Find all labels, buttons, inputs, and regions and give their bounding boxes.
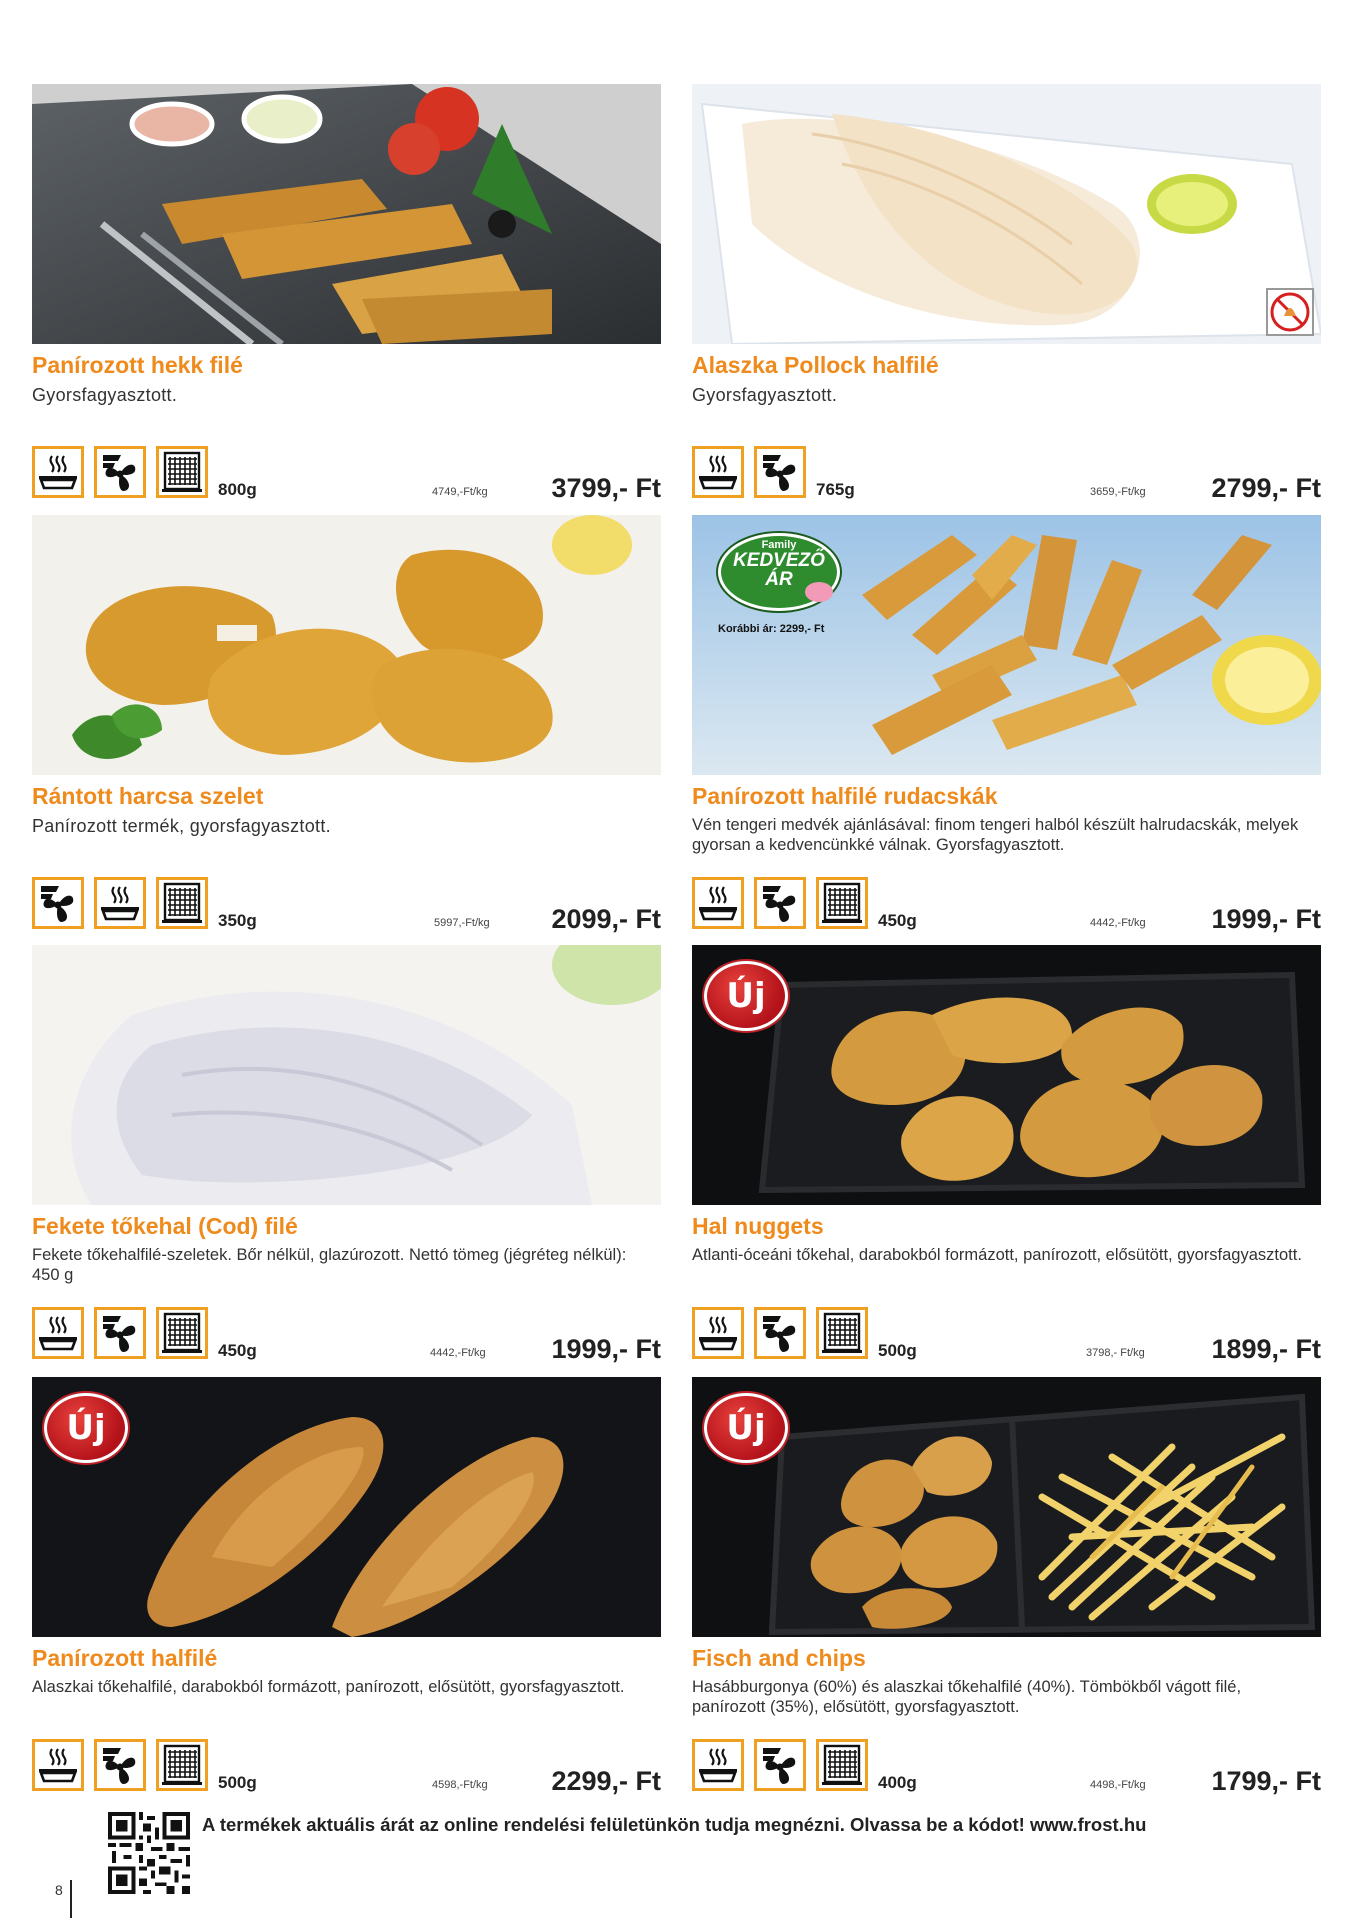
unit-price: 4598,-Ft/kg xyxy=(432,1779,488,1791)
qr-code[interactable] xyxy=(108,1812,190,1894)
product-description: Gyorsfagyasztott. xyxy=(692,385,838,405)
pan-fry-icon xyxy=(32,446,84,498)
product-title: Rántott harcsa szelet xyxy=(32,783,264,809)
unit-price: 4749,-Ft/kg xyxy=(432,486,488,498)
pan-fry-icon xyxy=(32,1739,84,1791)
product-price: 1999,- Ft xyxy=(551,1334,661,1364)
pan-fry-icon xyxy=(94,877,146,929)
product-price: 2799,- Ft xyxy=(1211,473,1321,503)
pan-fry-icon xyxy=(692,877,744,929)
product-description: Hasábburgonya (60%) és alaszkai tőkehalf… xyxy=(692,1678,1242,1716)
product-weight: 500g xyxy=(218,1773,257,1792)
deep-fryer-icon xyxy=(156,877,208,929)
product-weight: 500g xyxy=(878,1341,917,1360)
product-description: Atlanti-óceáni tőkehal, darabokból formá… xyxy=(692,1246,1302,1264)
product-description: Alaszkai tőkehalfilé, darabokból formázo… xyxy=(32,1678,625,1696)
product-price: 1999,- Ft xyxy=(1211,904,1321,934)
convection-oven-icon xyxy=(32,877,84,929)
previous-price: Korábbi ár: 2299,- Ft xyxy=(718,623,825,635)
product-weight: 400g xyxy=(878,1773,917,1792)
product-title: Fekete tőkehal (Cod) filé xyxy=(32,1213,298,1239)
product-description: Vén tengeri medvék ajánlásával: finom te… xyxy=(692,816,1299,854)
unit-price: 4498,-Ft/kg xyxy=(1090,1779,1146,1791)
deep-fryer-icon xyxy=(156,1739,208,1791)
product-photo: Family KEDVEZŐ ÁR Korábbi ár: 2299,- Ft xyxy=(692,515,1321,775)
footer-note: A termékek aktuális árát az online rende… xyxy=(202,1814,1147,1835)
product-photo xyxy=(692,84,1321,344)
product-price: 1799,- Ft xyxy=(1211,1766,1321,1796)
pan-fry-icon xyxy=(692,446,744,498)
convection-oven-icon xyxy=(754,877,806,929)
product-weight: 350g xyxy=(218,911,257,930)
product-photo xyxy=(32,945,661,1205)
unit-price: 3659,-Ft/kg xyxy=(1090,486,1146,498)
product-photo: Új xyxy=(32,1377,661,1637)
unit-price: 3798,- Ft/kg xyxy=(1086,1347,1145,1359)
convection-oven-icon xyxy=(754,446,806,498)
unit-price: 5997,-Ft/kg xyxy=(434,917,490,929)
product-description: Panírozott termék, gyorsfagyasztott. xyxy=(32,816,331,836)
convection-oven-icon xyxy=(754,1739,806,1791)
piggy-bank-icon xyxy=(805,582,833,602)
product-price: 2299,- Ft xyxy=(551,1766,661,1796)
product-price: 3799,- Ft xyxy=(551,473,661,503)
product-photo: Új xyxy=(692,945,1321,1205)
product-title: Alaszka Pollock halfilé xyxy=(692,352,939,378)
catalog-page: { "products": [ {"title": "Panírozott he… xyxy=(0,0,1357,1920)
new-product-badge: Új xyxy=(704,961,788,1031)
product-description: Fekete tőkehalfilé-szeletek. Bőr nélkül,… xyxy=(32,1246,627,1284)
product-title: Panírozott halfilé rudacskák xyxy=(692,783,998,809)
product-weight: 800g xyxy=(218,480,257,499)
product-photo: Új xyxy=(692,1377,1321,1637)
product-weight: 450g xyxy=(218,1341,257,1360)
deep-fryer-icon xyxy=(816,1739,868,1791)
product-title: Panírozott hekk filé xyxy=(32,352,243,378)
page-number-divider xyxy=(70,1880,72,1918)
product-photo xyxy=(32,515,661,775)
deep-fryer-icon xyxy=(816,877,868,929)
family-badge-main: KEDVEZŐ xyxy=(733,550,825,571)
unit-price: 4442,-Ft/kg xyxy=(430,1347,486,1359)
page-number: 8 xyxy=(55,1882,63,1898)
pan-fry-icon xyxy=(692,1739,744,1791)
product-price: 1899,- Ft xyxy=(1211,1334,1321,1364)
unit-price: 4442,-Ft/kg xyxy=(1090,917,1146,929)
product-photo xyxy=(32,84,661,344)
product-title: Panírozott halfilé xyxy=(32,1645,218,1671)
convection-oven-icon xyxy=(94,446,146,498)
product-weight: 450g xyxy=(878,911,917,930)
deep-fryer-icon xyxy=(156,446,208,498)
product-description: Gyorsfagyasztott. xyxy=(32,385,178,405)
pan-fry-icon xyxy=(32,1307,84,1359)
product-weight: 765g xyxy=(816,480,855,499)
product-title: Hal nuggets xyxy=(692,1213,824,1239)
convection-oven-icon xyxy=(754,1307,806,1359)
deep-fryer-icon xyxy=(156,1307,208,1359)
product-price: 2099,- Ft xyxy=(551,904,661,934)
convection-oven-icon xyxy=(94,1739,146,1791)
product-title: Fisch and chips xyxy=(692,1645,866,1671)
convection-oven-icon xyxy=(94,1307,146,1359)
pan-fry-icon xyxy=(692,1307,744,1359)
deep-fryer-icon xyxy=(816,1307,868,1359)
family-price-badge: Family KEDVEZŐ ÁR xyxy=(718,533,840,611)
new-product-badge: Új xyxy=(44,1393,128,1463)
new-product-badge: Új xyxy=(704,1393,788,1463)
